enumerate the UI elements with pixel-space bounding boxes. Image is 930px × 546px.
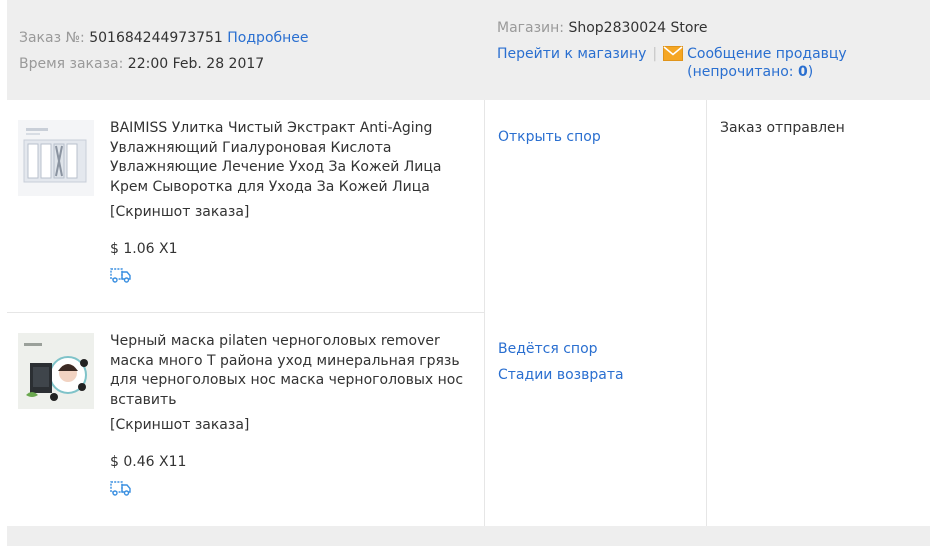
unread-suffix: ) (807, 64, 814, 80)
store-meta: Магазин: Shop2830024 Store Перейти к маг… (497, 19, 847, 80)
open-dispute-link[interactable]: Открыть спор (498, 124, 601, 150)
product-title[interactable]: BAIMISS Улитка Чистый Экстракт Anti-Agin… (110, 119, 482, 197)
order-time-label: Время заказа: (19, 56, 124, 72)
product-title[interactable]: Черный маска pilaten черноголовых remove… (110, 332, 482, 410)
order-screenshot-link[interactable]: [Скриншот заказа] (110, 416, 482, 436)
product-info: BAIMISS Улитка Чистый Экстракт Anti-Agin… (110, 119, 482, 290)
product-image[interactable] (18, 333, 94, 409)
message-seller[interactable]: Сообщение продавцу (непрочитано: 0) (687, 45, 847, 81)
order-meta: Заказ №: 501684244973751 Подробнее Время… (19, 29, 309, 81)
product-price: $ 0.46 X11 (110, 453, 187, 470)
order-footer (7, 526, 930, 546)
product-actions: Открыть спор (498, 124, 601, 150)
unread-count-line[interactable]: (непрочитано: 0) (687, 63, 847, 81)
order-header: Заказ №: 501684244973751 Подробнее Время… (7, 0, 930, 100)
order-number-value: 501684244973751 (89, 30, 223, 46)
link-separator: | (652, 46, 658, 62)
store-name: Shop2830024 Store (568, 20, 708, 36)
shipping-truck-icon[interactable] (110, 267, 482, 290)
order-status: Заказ отправлен (720, 120, 845, 136)
product-item: Черный маска pilaten черноголовых remove… (7, 313, 484, 526)
dispute-in-progress-link[interactable]: Ведётся спор (498, 336, 624, 362)
message-seller-link[interactable]: Сообщение продавцу (687, 46, 847, 62)
order-screenshot-link[interactable]: [Скриншот заказа] (110, 203, 482, 223)
status-column: Заказ отправлен (706, 100, 930, 526)
order-card: Заказ №: 501684244973751 Подробнее Время… (7, 0, 930, 546)
shipping-truck-icon[interactable] (110, 480, 482, 503)
mail-icon[interactable] (663, 46, 684, 66)
order-body: BAIMISS Улитка Чистый Экстракт Anti-Agin… (7, 100, 930, 526)
product-image[interactable] (18, 120, 94, 196)
order-time-value: 22:00 Feb. 28 2017 (127, 56, 265, 72)
product-item: BAIMISS Улитка Чистый Экстракт Anti-Agin… (7, 100, 484, 313)
actions-column: Открыть спор Ведётся спор Стадии возврат… (484, 100, 706, 526)
product-info: Черный маска pilaten черноголовых remove… (110, 332, 482, 503)
unread-count: 0 (797, 64, 808, 80)
product-price: $ 1.06 X1 (110, 240, 178, 257)
product-actions: Ведётся спор Стадии возврата (498, 336, 624, 388)
go-to-store-link[interactable]: Перейти к магазину (497, 46, 646, 62)
store-label: Магазин: (497, 20, 565, 36)
unread-prefix: (непрочитано: (687, 64, 798, 80)
products-column: BAIMISS Улитка Чистый Экстракт Anti-Agin… (7, 100, 484, 526)
refund-stages-link[interactable]: Стадии возврата (498, 362, 624, 388)
order-number-label: Заказ №: (19, 30, 85, 46)
order-details-link[interactable]: Подробнее (227, 30, 308, 46)
